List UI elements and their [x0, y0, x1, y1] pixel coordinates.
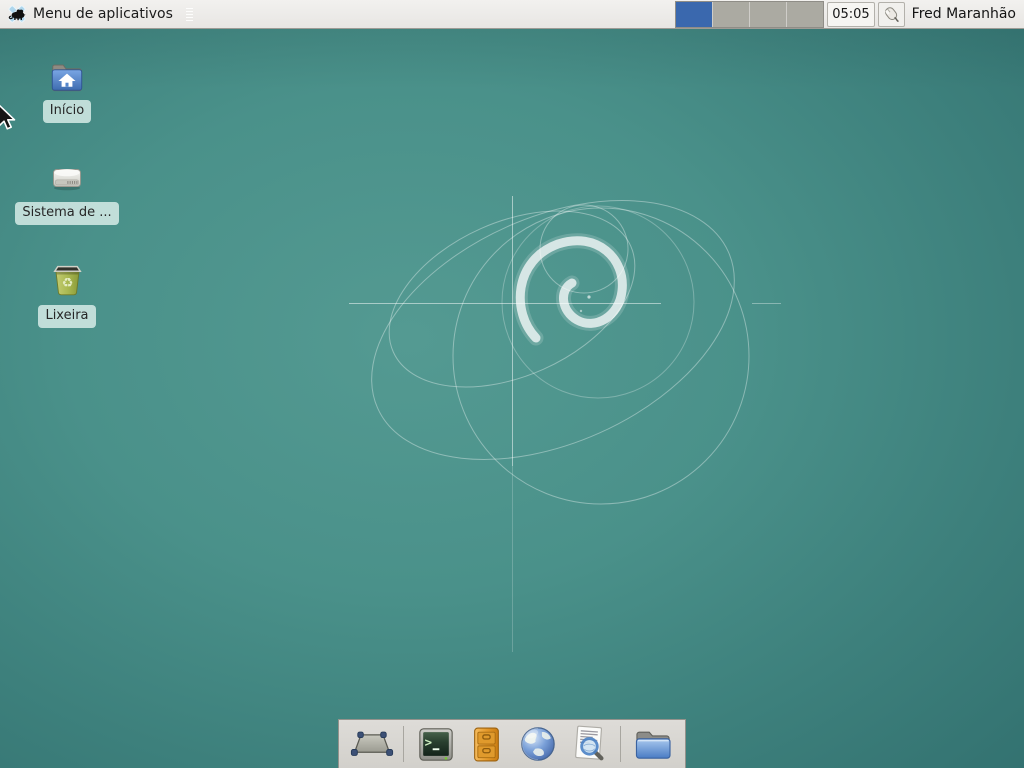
clock[interactable]: 05:05	[827, 2, 874, 27]
bottom-dock-panel: >	[338, 719, 686, 768]
desktop-icon-home[interactable]: Início	[12, 57, 122, 123]
home-folder-icon	[48, 57, 86, 94]
panel-grip-handle[interactable]	[184, 6, 195, 23]
terminal-icon: >	[417, 726, 455, 763]
dock-separator	[403, 726, 404, 762]
desktop-icon-label: Sistema de ...	[15, 202, 118, 225]
dock-item-file-cabinet[interactable]	[464, 722, 509, 766]
desktop-icon-trash[interactable]: ♻ Lixeira	[12, 261, 122, 328]
workspace-pane-1[interactable]	[676, 2, 712, 27]
file-manager-folder-icon	[633, 727, 673, 761]
desktop-icon-label: Início	[43, 100, 91, 123]
dock-item-file-manager[interactable]	[630, 722, 675, 766]
logged-in-user-name: Fred Maranhão	[912, 6, 1016, 22]
dock-item-show-desktop[interactable]	[349, 722, 394, 766]
applications-menu-label: Menu de aplicativos	[33, 6, 173, 22]
desktop-icon-label: Lixeira	[38, 305, 95, 328]
workspace-pane-4[interactable]	[787, 2, 823, 27]
file-cabinet-icon	[471, 725, 502, 764]
top-panel: Menu de aplicativos 05:05 Fred Maranhão	[0, 0, 1024, 29]
hard-drive-icon	[49, 161, 85, 196]
workspace-switcher	[675, 1, 824, 28]
desktop-background[interactable]	[0, 0, 1024, 768]
svg-text:>: >	[424, 735, 431, 749]
dock-item-terminal[interactable]: >	[413, 722, 458, 766]
show-desktop-icon	[350, 729, 394, 759]
dock-item-web-browser[interactable]	[515, 722, 560, 766]
mouse-cursor	[0, 103, 18, 133]
document-search-icon	[569, 724, 609, 764]
desktop-icon-filesystem[interactable]: Sistema de ...	[12, 161, 122, 225]
workspace-pane-2[interactable]	[713, 2, 749, 27]
dock-separator	[620, 726, 621, 762]
dock-item-document-search[interactable]	[566, 722, 611, 766]
trash-bin-icon: ♻	[49, 261, 86, 299]
mouse-device-icon	[881, 4, 901, 24]
applications-menu-button[interactable]: Menu de aplicativos	[0, 0, 177, 28]
xfce-mouse-logo-icon	[6, 3, 28, 25]
debian-lines-wallpaper-art	[0, 0, 1024, 768]
svg-text:♻: ♻	[61, 276, 73, 291]
globe-browser-icon	[519, 725, 557, 763]
mouse-settings-tray-button[interactable]	[878, 2, 905, 27]
workspace-pane-3[interactable]	[750, 2, 786, 27]
